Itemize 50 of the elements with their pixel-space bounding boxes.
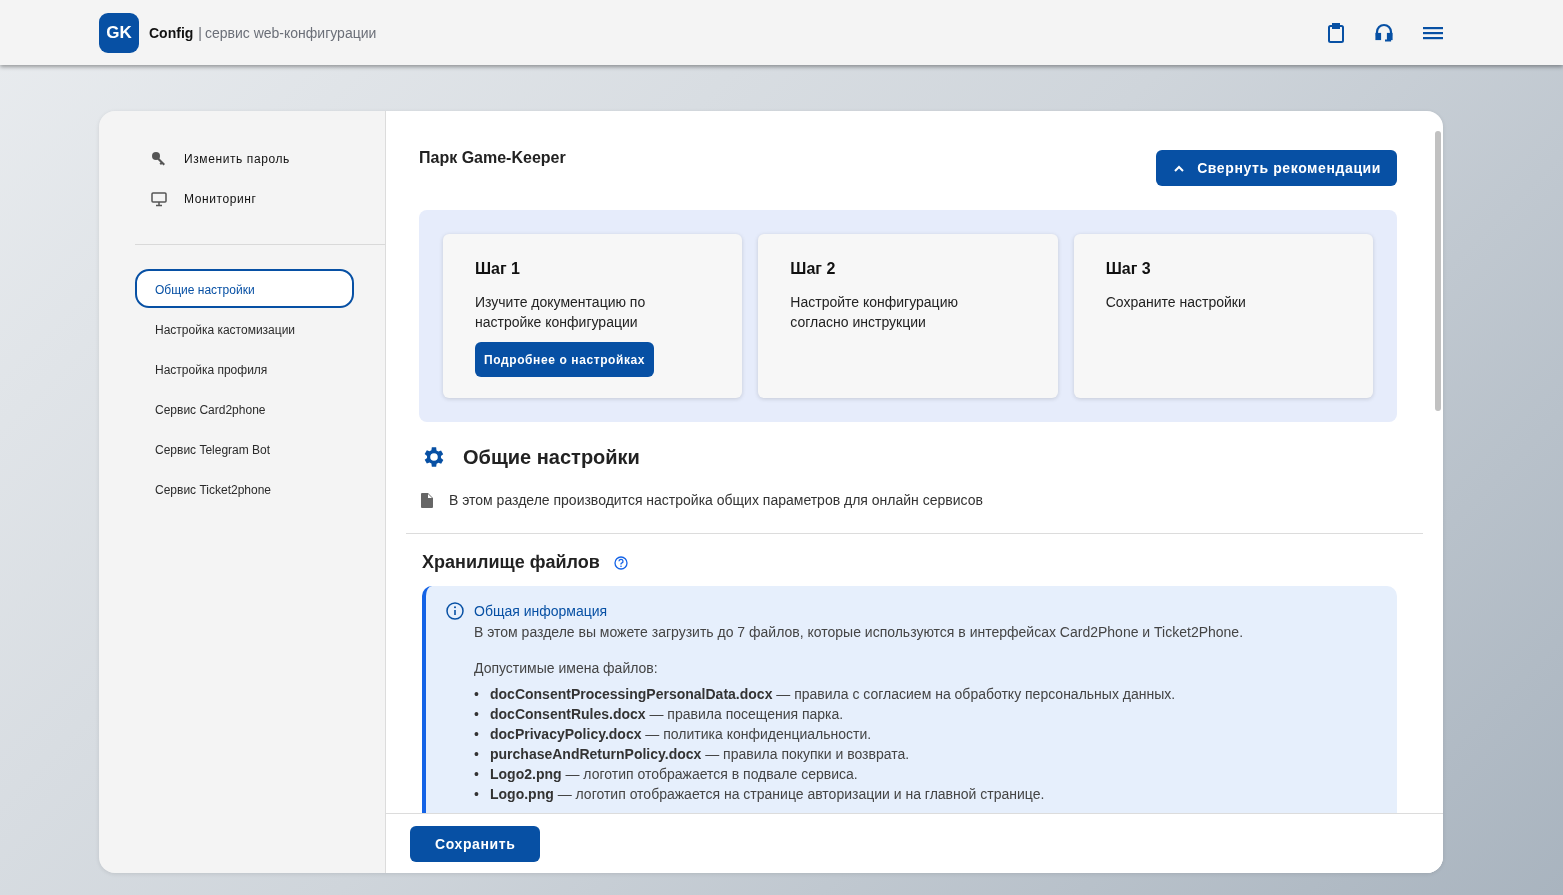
file-list-item: docConsentProcessingPersonalData.docx — правила с согласием на обработку персональных данных. [490,685,1176,704]
details-button[interactable]: Подробнее о настройках [475,342,655,377]
bullet: • [474,765,480,784]
sidebar-item[interactable]: Настройка кастомизации [135,309,354,348]
help-icon[interactable] [613,555,628,570]
sidebar-link[interactable]: Изменить пароль [99,139,385,179]
step-title: Шаг 1 [475,260,521,278]
step-text: Сохраните настройки [1105,293,1247,312]
info-text: В этом разделе вы можете загрузить до 7 файлов, которые используются в интерфейсах Card2Phone и Ticket2Phone. [474,624,1245,640]
file-list-heading: Допустимые имена файлов: [474,660,659,676]
info-title: Общая информация [474,603,608,619]
sidebar-item[interactable]: Настройка профиля [135,349,354,388]
section-description: В этом разделе производится настройка общих параметров для онлайн сервисов [449,492,983,508]
file-list-item: Logo2.png — логотип отображается в подвале сервиса. [490,765,858,784]
step-title: Шаг 2 [790,260,837,278]
info-icon [446,602,464,620]
sidebar-link[interactable]: Мониторинг [99,179,385,219]
section-title: Общие настройки [463,445,640,469]
storage-title: Хранилище файлов [422,552,600,573]
bullet: • [474,785,480,804]
file-list-item: purchaseAndReturnPolicy.docx — правила покупки и возврата. [490,745,910,764]
chevron-up-icon [1174,164,1185,172]
file-list-item: Logo.png — логотип отображается на странице авторизации и на главной странице. [490,785,1045,804]
save-button[interactable]: Сохранить [410,825,541,862]
sidebar-item[interactable]: Общие настройки [135,269,354,308]
step-text: Изучите документацию по настройке конфигурации [475,293,647,332]
bullet: • [474,685,480,704]
step-title: Шаг 3 [1105,260,1152,278]
title-separator: | [198,24,202,41]
park-title: Парк Game-Keeper [419,149,566,167]
monitor-icon [151,191,167,207]
app-subtitle: сервис web-конфигурации [204,24,377,41]
app-name: Config [149,24,194,41]
menu-icon[interactable] [1423,25,1443,40]
sidebar-item[interactable]: Сервис Card2phone [135,389,354,428]
collapse-button[interactable]: Свернуть рекомендации [1156,150,1397,186]
step-text: Настройте конфигурацию согласно инструкции [790,293,959,332]
bullet: • [474,745,480,764]
file-list-item: docConsentRules.docx — правила посещения парка. [490,705,844,724]
scrollbar-thumb[interactable] [1435,131,1441,411]
clipboard-icon[interactable] [1327,22,1345,43]
app-logo[interactable]: GK [99,12,139,53]
headset-icon[interactable] [1375,22,1393,43]
sidebar-item[interactable]: Сервис Ticket2phone [135,469,354,508]
sidebar-item[interactable]: Сервис Telegram Bot [135,429,354,468]
bullet: • [474,705,480,724]
bullet: • [474,725,480,744]
key-icon [151,151,167,167]
file-list-item: docPrivacyPolicy.docx — политика конфиденциальности. [490,725,872,744]
document-icon [421,492,433,508]
